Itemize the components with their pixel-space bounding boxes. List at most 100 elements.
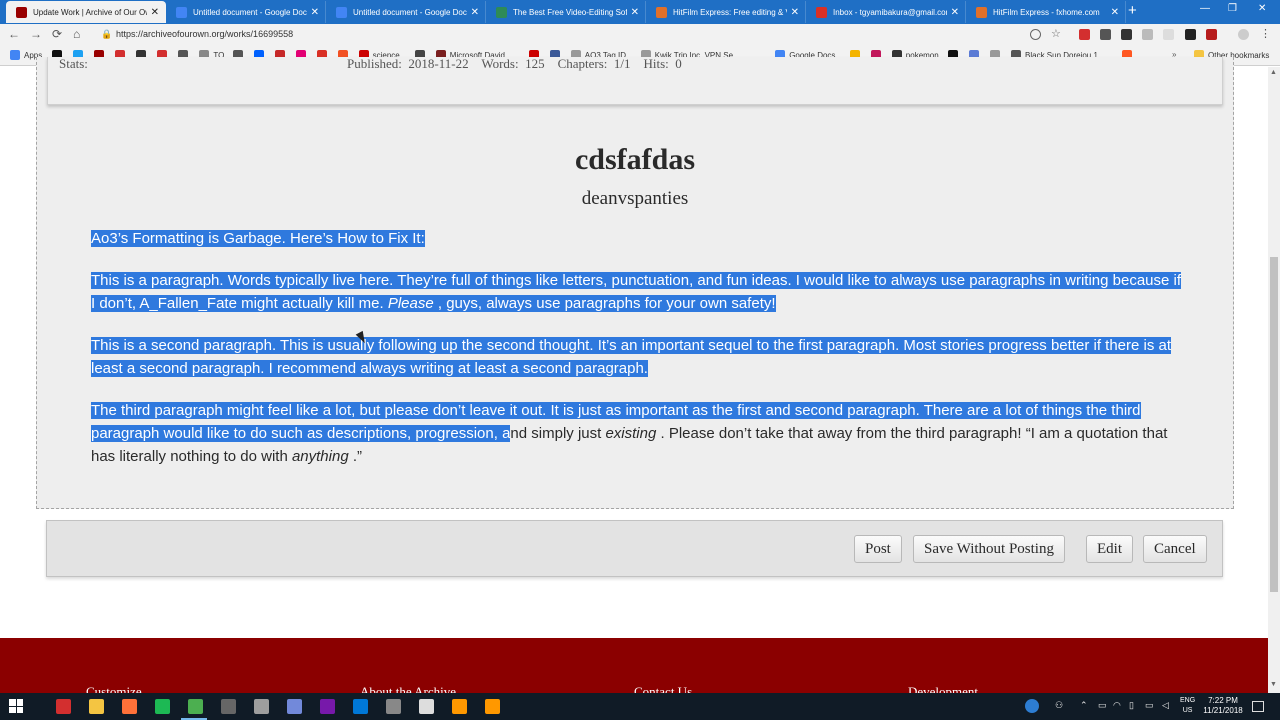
site-footer: Customize About the Archive Contact Us D… xyxy=(0,638,1268,699)
post-button[interactable]: Post xyxy=(854,535,902,563)
tab-favicon-icon xyxy=(176,6,187,18)
menu-kebab-icon[interactable]: ⋮ xyxy=(1260,29,1271,40)
tab-close-icon[interactable]: ✕ xyxy=(631,7,639,18)
scroll-up-arrow-icon[interactable]: ▲ xyxy=(1270,69,1277,76)
network-tray-icon[interactable]: ▭ xyxy=(1098,700,1107,711)
tab-title: Untitled document - Google Docs xyxy=(193,7,307,17)
paragraph-3-text: nd simply just xyxy=(510,425,606,442)
tab-title: Inbox - tgyamibakura@gmail.com xyxy=(833,7,947,17)
tab-close-icon[interactable]: ✕ xyxy=(1111,7,1119,18)
tab-close-icon[interactable]: ✕ xyxy=(951,7,959,18)
spotify-icon[interactable] xyxy=(155,699,170,714)
w-extension-icon[interactable] xyxy=(1100,29,1111,40)
reload-button[interactable]: ⟳ xyxy=(52,27,62,41)
tab-close-icon[interactable]: ✕ xyxy=(311,7,319,18)
discord-icon[interactable] xyxy=(287,699,302,714)
wifi-tray-icon[interactable]: ◠ xyxy=(1113,700,1121,711)
ao3-app-icon[interactable] xyxy=(56,699,71,714)
browser-tab[interactable]: Untitled document - Google Docs ✕ xyxy=(326,1,486,23)
clock-date: 11/21/2018 xyxy=(1203,706,1243,715)
tab-close-icon[interactable]: ✕ xyxy=(151,7,159,18)
browser-tab[interactable]: The Best Free Video-Editing Software ✕ xyxy=(486,1,646,23)
clock-app-icon[interactable] xyxy=(386,699,401,714)
browser-toolbar: ← → ⟳ ⌂ 🔒 https://archiveofourown.org/wo… xyxy=(0,24,1280,46)
tab-title: Update Work | Archive of Our Own xyxy=(33,7,147,17)
volume-tray-icon[interactable]: ◁ xyxy=(1162,700,1169,711)
onenote-icon[interactable] xyxy=(320,699,335,714)
browser-tab[interactable]: Update Work | Archive of Our Own ✕ xyxy=(6,1,166,23)
edit-button[interactable]: Edit xyxy=(1086,535,1133,563)
firefox-icon[interactable] xyxy=(122,699,137,714)
adblock-extension-icon[interactable] xyxy=(1079,29,1090,40)
paragraph-3-text-end: .” xyxy=(348,448,363,465)
save-without-posting-button[interactable]: Save Without Posting xyxy=(913,535,1065,563)
browser-tab[interactable]: HitFilm Express: Free editing & VFX ✕ xyxy=(646,1,806,23)
paragraph-2: This is a second paragraph. This is usua… xyxy=(91,334,1183,380)
new-tab-button[interactable]: + xyxy=(1128,3,1137,19)
tray-expand-icon[interactable]: ⌃ xyxy=(1080,700,1088,711)
work-actions-bar: Post Save Without Posting Edit Cancel xyxy=(46,520,1223,577)
hitfilm-icon[interactable] xyxy=(452,699,467,714)
people-tray-icon[interactable]: ⚇ xyxy=(1055,700,1063,711)
pdf-extension-icon[interactable] xyxy=(1206,29,1217,40)
language-code: ENG xyxy=(1180,697,1196,704)
work-author[interactable]: deanvspanties xyxy=(37,188,1233,210)
stats-values: Published: 2018-11-22 Words: 125 Chapter… xyxy=(347,57,682,71)
settings-app-icon[interactable] xyxy=(254,699,269,714)
selected-text: This is a second paragraph. This is usua… xyxy=(91,337,1172,377)
tab-title: HitFilm Express - fxhome.com xyxy=(993,7,1100,17)
taskbar-clock[interactable]: 7:22 PM 11/21/2018 xyxy=(1203,696,1243,716)
browser-tab[interactable]: Untitled document - Google Docs ✕ xyxy=(166,1,326,23)
page-scrollbar[interactable]: ▲ ▼ xyxy=(1268,67,1280,693)
tab-favicon-icon xyxy=(496,6,507,18)
forward-button[interactable]: → xyxy=(30,27,42,41)
windows-taskbar: ⚇ ⌃ ▭ ◠ ▯ ▭ ◁ ENG US 7:22 PM 11/21/2018 xyxy=(0,693,1280,720)
work-title: cdsfafdas xyxy=(574,143,695,176)
notifications-icon[interactable] xyxy=(1252,701,1264,712)
chapter-heading: Ao3’s Formatting is Garbage. Here’s How … xyxy=(91,227,1183,250)
selected-text: This is a paragraph. Words typically liv… xyxy=(91,272,1182,312)
help-tray-icon[interactable] xyxy=(1025,699,1039,713)
battery-tray-icon[interactable]: ▯ xyxy=(1129,700,1134,711)
tab-favicon-icon xyxy=(16,6,27,18)
scrollbar-thumb[interactable] xyxy=(1270,257,1278,592)
minimize-button[interactable]: — xyxy=(1200,3,1210,14)
emphasis-please: Please xyxy=(387,295,434,312)
maximize-button[interactable]: ❐ xyxy=(1228,3,1237,14)
home-button[interactable]: ⌂ xyxy=(73,27,80,41)
paragraph-3: The third paragraph might feel like a lo… xyxy=(91,399,1183,468)
scroll-down-arrow-icon[interactable]: ▼ xyxy=(1270,681,1277,688)
page-viewport: Stats: Published: 2018-11-22 Words: 125 … xyxy=(0,57,1268,699)
calculator-icon[interactable] xyxy=(221,699,236,714)
language-indicator[interactable]: ENG US xyxy=(1180,696,1195,716)
work-preview-panel: Stats: Published: 2018-11-22 Words: 125 … xyxy=(36,57,1234,509)
flame-extension-icon[interactable] xyxy=(1121,29,1132,40)
tab-close-icon[interactable]: ✕ xyxy=(471,7,479,18)
edge-icon[interactable] xyxy=(353,699,368,714)
cancel-button[interactable]: Cancel xyxy=(1143,535,1207,563)
display-tray-icon[interactable]: ▭ xyxy=(1145,700,1154,711)
tab-title: Untitled document - Google Docs xyxy=(353,7,467,17)
tab-favicon-icon xyxy=(336,6,347,18)
back-button[interactable]: ← xyxy=(8,27,20,41)
browser-tab[interactable]: Inbox - tgyamibakura@gmail.com ✕ xyxy=(806,1,966,23)
address-bar[interactable]: https://archiveofourown.org/works/166995… xyxy=(116,29,293,39)
lock-icon: 🔒 xyxy=(101,29,113,39)
chrome-icon[interactable] xyxy=(188,699,203,714)
tab-close-icon[interactable]: ✕ xyxy=(791,7,799,18)
stats-label: Stats: xyxy=(59,57,88,71)
browser-tab[interactable]: HitFilm Express - fxhome.com ✕ xyxy=(966,1,1126,23)
extension-icon[interactable] xyxy=(1142,29,1153,40)
windows-start-icon[interactable] xyxy=(9,699,23,713)
tab-title: The Best Free Video-Editing Software xyxy=(513,7,627,17)
window-close-button[interactable]: ✕ xyxy=(1258,3,1266,14)
extension-icon[interactable] xyxy=(1163,29,1174,40)
photos-icon[interactable] xyxy=(419,699,434,714)
file-explorer-icon[interactable] xyxy=(89,699,104,714)
profile-avatar-icon[interactable] xyxy=(1238,29,1249,40)
tab-favicon-icon xyxy=(816,6,827,18)
zoom-icon[interactable] xyxy=(1030,29,1041,40)
hitfilm-editor-icon[interactable] xyxy=(485,699,500,714)
screen-extension-icon[interactable] xyxy=(1185,29,1196,40)
bookmark-star-icon[interactable]: ☆ xyxy=(1051,29,1062,40)
